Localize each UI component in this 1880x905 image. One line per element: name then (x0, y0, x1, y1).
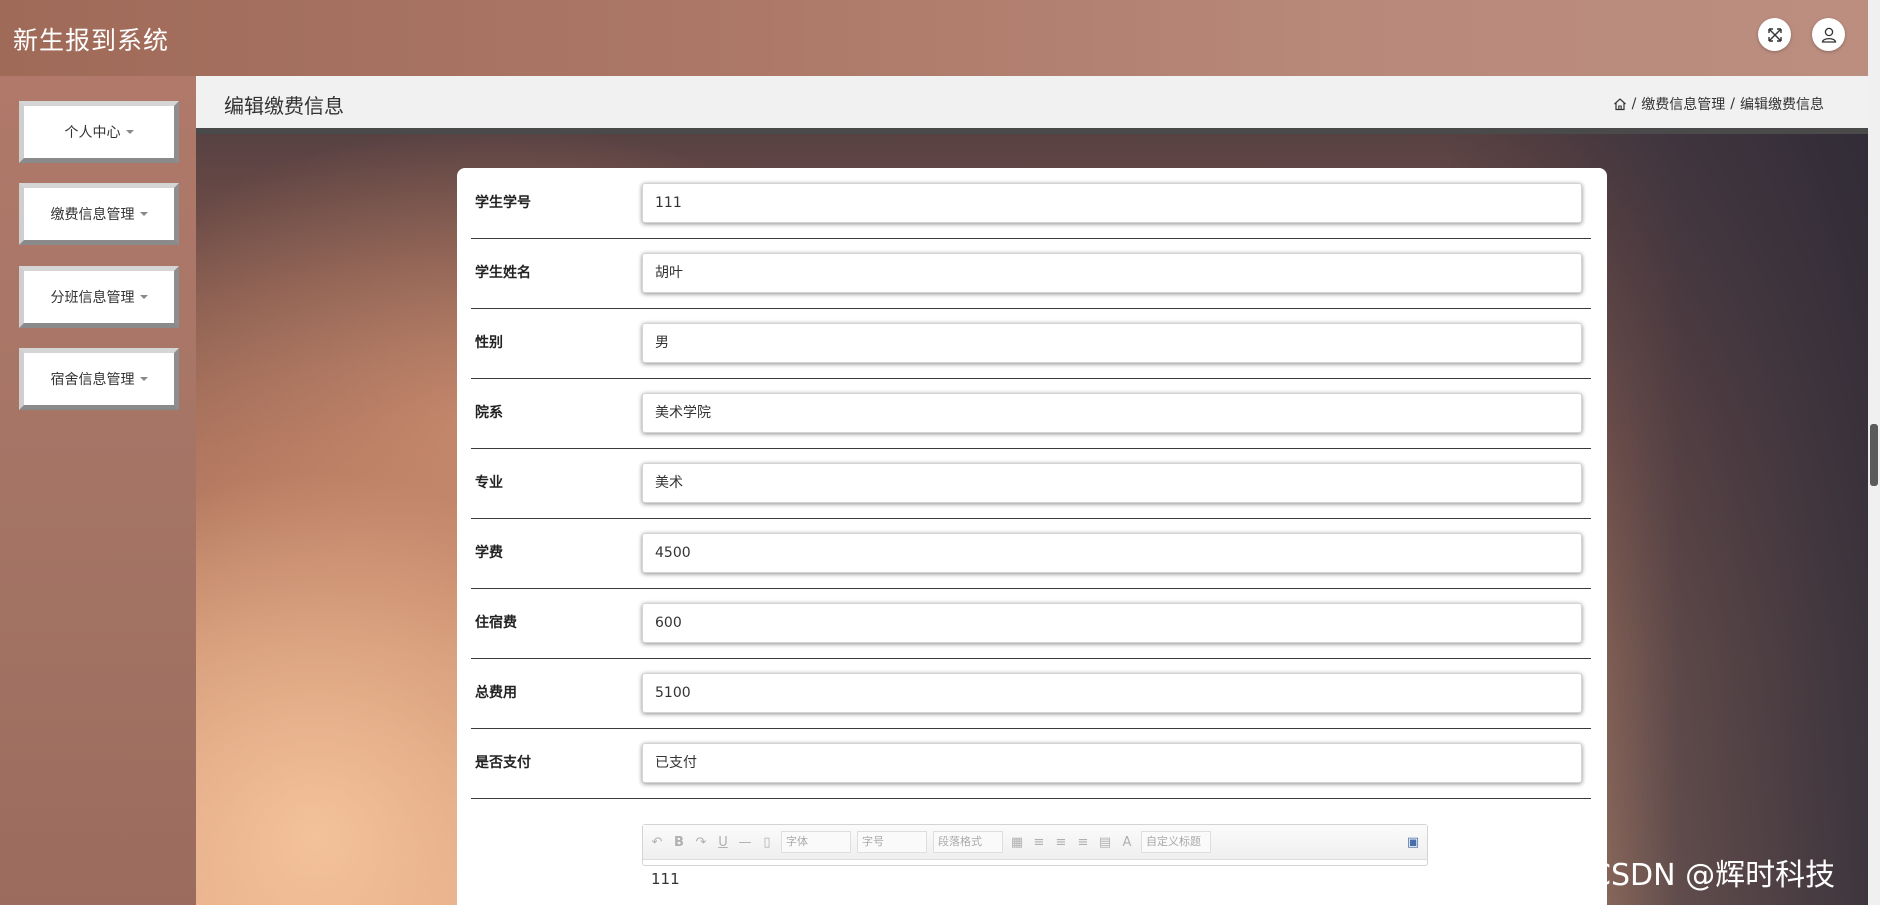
app-title: 新生报到系统 (13, 26, 170, 55)
fullscreen-button[interactable] (1758, 18, 1791, 51)
underline-icon[interactable]: U (715, 835, 731, 850)
form-row-student-name: 学生姓名 胡叶 (471, 238, 1591, 309)
field-label: 性别 (475, 335, 503, 351)
major-input[interactable]: 美术 (642, 463, 1582, 503)
sidebar-item-dorm-management[interactable]: 宿舍信息管理 (19, 348, 179, 410)
editor-toolbar: ↶ B ↷ U — ▯ 字体 字号 段落格式 ▦ ≡ ≡ ≡ ▤ A 自定义标题… (643, 825, 1427, 860)
caret-down-icon (139, 295, 148, 299)
redo-icon[interactable]: ↷ (693, 835, 709, 850)
field-label: 学生学号 (475, 195, 531, 211)
form-row-paid-status: 是否支付 已支付 (471, 728, 1591, 799)
align-center-icon[interactable]: ≡ (1075, 835, 1091, 850)
form-row-student-id: 学生学号 111 (471, 168, 1591, 239)
rich-text-editor: ↶ B ↷ U — ▯ 字体 字号 段落格式 ▦ ≡ ≡ ≡ ▤ A 自定义标题… (642, 824, 1428, 888)
field-label: 学费 (475, 545, 503, 561)
form-row-total-fee: 总费用 5100 (471, 658, 1591, 729)
field-label: 专业 (475, 475, 503, 491)
dorm-fee-input[interactable]: 600 (642, 603, 1582, 643)
paragraph-format-select[interactable]: 段落格式 (933, 831, 1003, 853)
user-icon (1821, 27, 1836, 43)
horizontal-rule-icon[interactable]: — (737, 835, 753, 850)
sidebar: 个人中心 缴费信息管理 分班信息管理 宿舍信息管理 (0, 76, 196, 905)
field-label: 总费用 (475, 685, 517, 701)
caret-down-icon (125, 130, 134, 134)
form-row-major: 专业 美术 (471, 448, 1591, 519)
field-label: 是否支付 (475, 755, 531, 771)
breadcrumb: / 缴费信息管理 / 编辑缴费信息 (1613, 94, 1824, 114)
align-left-icon[interactable]: ≡ (1031, 835, 1047, 850)
breadcrumb-item-payment[interactable]: 缴费信息管理 (1641, 94, 1725, 114)
sidebar-item-label: 个人中心 (64, 125, 121, 141)
expand-arrows-icon (1767, 27, 1782, 42)
edit-form-card: 学生学号 111 学生姓名 胡叶 性别 男 院系 美术学院 专业 美术 学费 4… (457, 168, 1607, 905)
breadcrumb-item-current: 编辑缴费信息 (1740, 97, 1824, 113)
sidebar-item-label: 缴费信息管理 (50, 207, 135, 223)
top-header: 新生报到系统 (0, 0, 1880, 76)
caret-down-icon (139, 377, 148, 381)
total-fee-input[interactable]: 5100 (642, 673, 1582, 713)
watermark: CSDN @辉时科技 (1590, 858, 1836, 893)
table-icon[interactable]: ▦ (1009, 835, 1025, 850)
user-menu-button[interactable] (1812, 18, 1845, 51)
field-label: 住宿费 (475, 615, 517, 631)
form-row-dorm-fee: 住宿费 600 (471, 588, 1591, 659)
paid-status-input[interactable]: 已支付 (642, 743, 1582, 783)
field-label: 学生姓名 (475, 265, 531, 281)
tuition-input[interactable]: 4500 (642, 533, 1582, 573)
undo-icon[interactable]: ↶ (649, 835, 665, 850)
page-title: 编辑缴费信息 (224, 94, 344, 118)
form-row-gender: 性别 男 (471, 308, 1591, 379)
page-header: 编辑缴费信息 / 缴费信息管理 / 编辑缴费信息 (196, 76, 1868, 134)
form-row-department: 院系 美术学院 (471, 378, 1591, 449)
breadcrumb-separator: / (1631, 96, 1637, 112)
bold-icon[interactable]: B (671, 835, 687, 850)
font-family-select[interactable]: 字体 (781, 831, 851, 853)
editor-content[interactable]: 111 (643, 860, 1427, 898)
home-icon[interactable] (1613, 97, 1627, 111)
align-justify-icon[interactable]: ▤ (1097, 835, 1113, 850)
breadcrumb-separator: / (1730, 96, 1735, 112)
student-id-input[interactable]: 111 (642, 183, 1582, 223)
font-size-select[interactable]: 字号 (857, 831, 927, 853)
page-scrollbar[interactable] (1868, 0, 1880, 905)
sidebar-item-class-management[interactable]: 分班信息管理 (19, 266, 179, 328)
sidebar-item-personal-center[interactable]: 个人中心 (19, 101, 179, 163)
form-row-tuition: 学费 4500 (471, 518, 1591, 589)
department-input[interactable]: 美术学院 (642, 393, 1582, 433)
sidebar-item-label: 分班信息管理 (50, 290, 135, 306)
main-content: 编辑缴费信息 / 缴费信息管理 / 编辑缴费信息 学生学号 111 学生姓名 胡… (196, 76, 1868, 905)
field-label: 院系 (475, 405, 503, 421)
student-name-input[interactable]: 胡叶 (642, 253, 1582, 293)
font-color-icon[interactable]: A (1119, 835, 1135, 850)
align-right-icon[interactable]: ≡ (1053, 835, 1069, 850)
sidebar-item-label: 宿舍信息管理 (50, 372, 135, 388)
sidebar-item-payment-management[interactable]: 缴费信息管理 (19, 183, 179, 245)
scrollbar-thumb[interactable] (1870, 424, 1878, 486)
preview-icon[interactable]: ▣ (1405, 835, 1421, 850)
gender-input[interactable]: 男 (642, 323, 1582, 363)
custom-title-select[interactable]: 自定义标题 (1141, 831, 1211, 853)
document-icon[interactable]: ▯ (759, 835, 775, 850)
caret-down-icon (139, 212, 148, 216)
